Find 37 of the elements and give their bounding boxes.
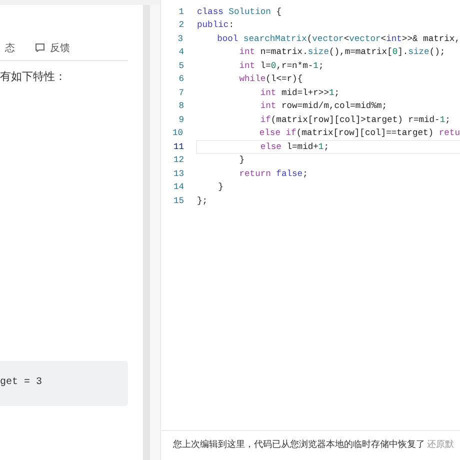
- line-number: 11: [172, 142, 185, 152]
- code-line: int mid=l+r>>1;: [259, 86, 341, 100]
- line-number: 7: [178, 88, 185, 98]
- code-line: };: [196, 194, 209, 208]
- line-number: 8: [178, 101, 185, 112]
- line-number: 12: [172, 155, 185, 166]
- code-line: while(l<=r){: [238, 73, 304, 86]
- scrollbar[interactable]: [143, 5, 150, 460]
- code-line: else l=mid+1;: [196, 140, 460, 154]
- panel-tab[interactable]: 态: [5, 40, 15, 54]
- line-number: 14: [172, 182, 185, 192]
- example-code: get = 3: [0, 377, 42, 388]
- code-line: class Solution {: [196, 6, 282, 18]
- code-line: return false;: [238, 168, 309, 180]
- code-line: int row=mid/m,col=mid%m;: [259, 100, 388, 113]
- line-number: 3: [176, 34, 184, 44]
- line-number: 10: [171, 128, 184, 138]
- line-number: 1: [178, 6, 185, 17]
- restore-message: 您上次编辑到这里，代码已从您浏览器本地的临时存储中恢复了: [173, 438, 425, 451]
- panel-tab[interactable]: 反馈: [35, 40, 70, 54]
- line-number: 9: [178, 114, 185, 125]
- code-line: int l=0,r=n*m-1;: [238, 60, 325, 72]
- code-line: else if(matrix[row][col]==target) retu: [258, 127, 460, 140]
- code-line: public:: [196, 19, 235, 32]
- code-line: }: [217, 181, 224, 194]
- resize-handle[interactable]: [150, 5, 160, 460]
- code-line: int n=matrix.size(),m=matrix[0].size();: [238, 46, 446, 59]
- line-number: 13: [172, 168, 185, 179]
- code-line: if(matrix[row][col]>target) r=mid-1;: [259, 114, 452, 126]
- code-line: bool searchMatrix(vector<vector<int>>& matrix,: [216, 32, 460, 46]
- line-number: 5: [178, 60, 185, 71]
- line-number: 15: [172, 196, 185, 206]
- line-number: 4: [178, 47, 185, 58]
- line-number: 2: [178, 20, 185, 30]
- description-text: 有如下特性：: [0, 69, 67, 84]
- code-line: }: [238, 154, 246, 167]
- line-number: 6: [178, 74, 185, 84]
